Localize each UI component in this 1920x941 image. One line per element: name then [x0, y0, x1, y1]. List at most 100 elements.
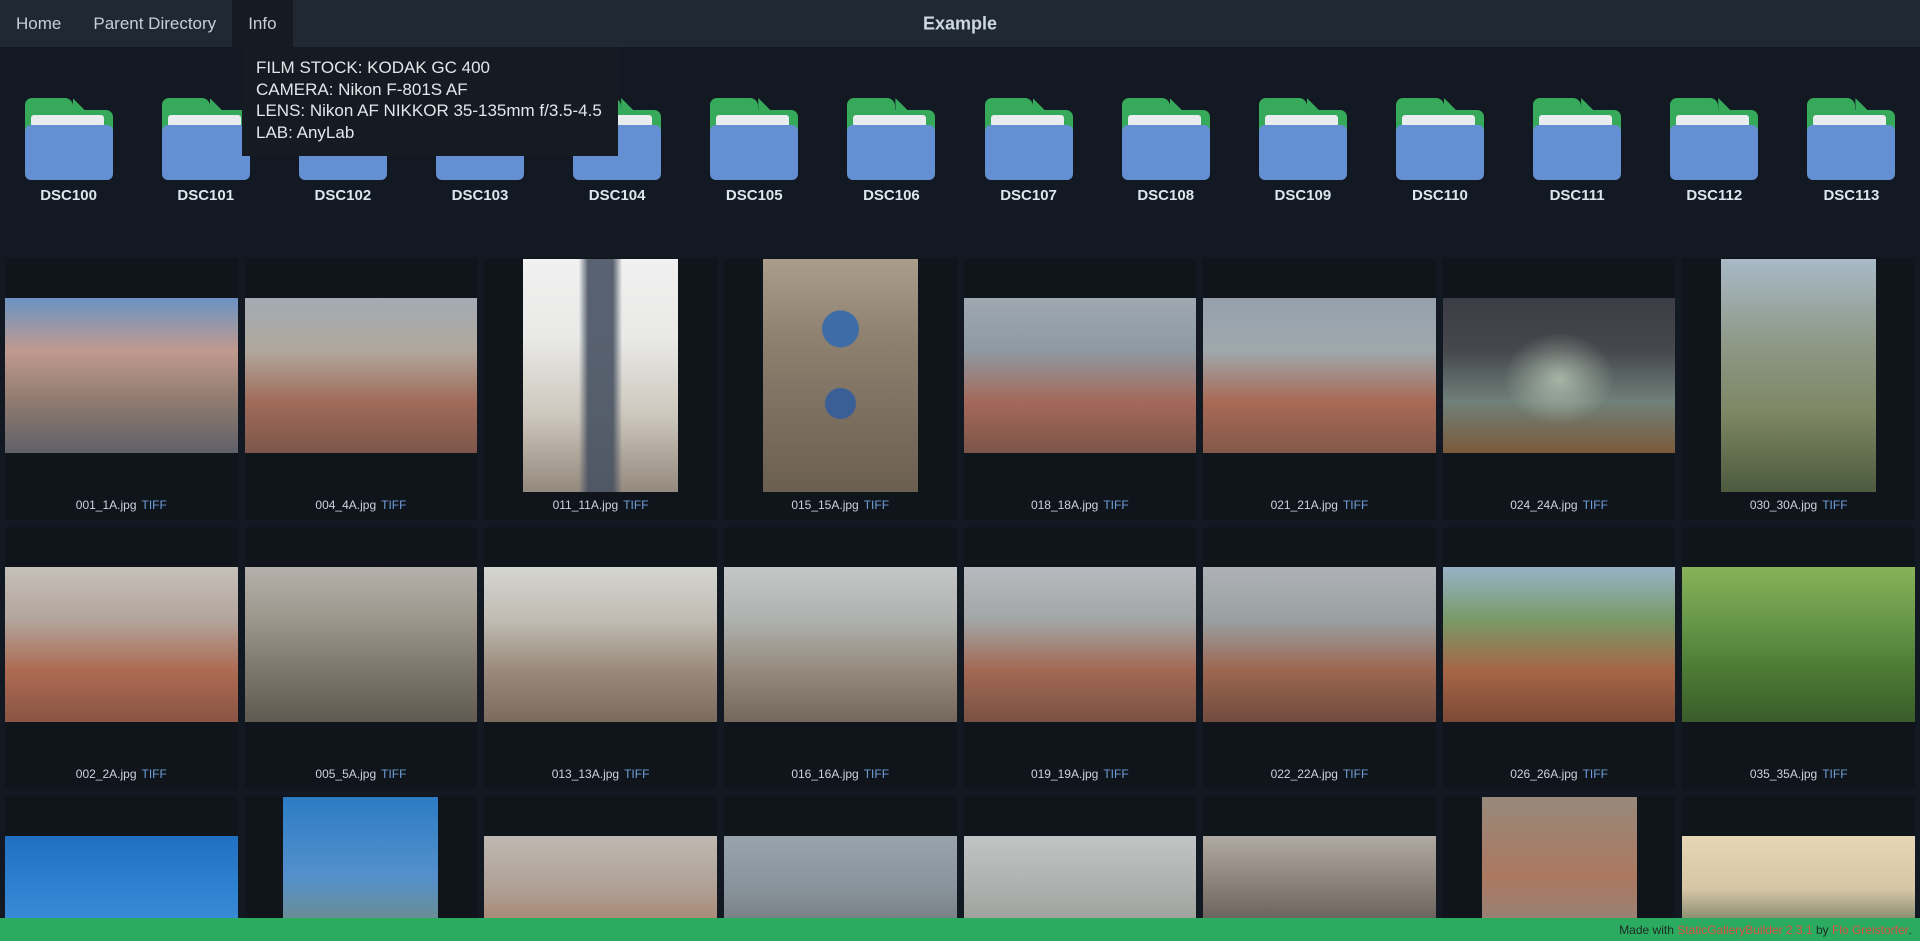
- photo-tiff-link[interactable]: TIFF: [1103, 767, 1128, 789]
- photo-caption: 015_15A.jpg TIFF: [724, 493, 957, 520]
- folder-item[interactable]: DSC107: [960, 98, 1097, 204]
- photo-tiff-link[interactable]: TIFF: [1822, 498, 1847, 520]
- photo-thumbnail[interactable]: [244, 567, 478, 722]
- photo-thumbnail[interactable]: [1442, 298, 1676, 453]
- photo-filename-link[interactable]: 022_22A.jpg: [1271, 767, 1338, 789]
- photo-thumbnail[interactable]: [1721, 259, 1877, 492]
- photo-tiff-link[interactable]: TIFF: [381, 767, 406, 789]
- photo-filename-link[interactable]: 026_26A.jpg: [1510, 767, 1577, 789]
- folder-item[interactable]: DSC109: [1234, 98, 1371, 204]
- photo-tiff-link[interactable]: TIFF: [1583, 498, 1608, 520]
- folder-item[interactable]: DSC111: [1509, 98, 1646, 204]
- folder-label: DSC108: [1137, 187, 1195, 204]
- photo-filename-link[interactable]: 005_5A.jpg: [315, 767, 376, 789]
- photo-filename-link[interactable]: 018_18A.jpg: [1031, 498, 1098, 520]
- folder-label: DSC105: [725, 187, 783, 204]
- folder-icon: [1807, 98, 1896, 180]
- folder-label: DSC106: [863, 187, 920, 204]
- photo-cell: 013_13A.jpg TIFF: [484, 527, 717, 789]
- folder-icon: [710, 98, 799, 180]
- photo-filename-link[interactable]: 001_1A.jpg: [76, 498, 137, 520]
- folder-label: DSC107: [1000, 187, 1057, 204]
- nav-item-info[interactable]: Info: [232, 0, 293, 47]
- photo-thumbnail[interactable]: [1203, 298, 1436, 453]
- folder-item[interactable]: DSC105: [686, 98, 823, 204]
- photo-filename-link[interactable]: 015_15A.jpg: [791, 498, 858, 520]
- photo-thumbnail[interactable]: [1442, 567, 1676, 722]
- photo-thumbnail[interactable]: [484, 567, 717, 722]
- folder-icon: [984, 98, 1073, 180]
- photo-filename-link[interactable]: 013_13A.jpg: [552, 767, 619, 789]
- photo-thumbnail[interactable]: [244, 298, 478, 453]
- top-nav: Home Parent Directory Info Example: [0, 0, 1920, 47]
- folder-label: DSC111: [1549, 187, 1605, 204]
- photo-tiff-link[interactable]: TIFF: [864, 767, 889, 789]
- photo-caption: 035_35A.jpg TIFF: [1682, 762, 1915, 789]
- photo-cell: 016_16A.jpg TIFF: [723, 527, 957, 789]
- folder-icon: [847, 98, 936, 180]
- author-link[interactable]: Flo Greistorfer: [1832, 923, 1909, 937]
- footer-bar: Made with StaticGalleryBuilder 2.3.1 by …: [0, 918, 1920, 941]
- footer-by-text: by: [1812, 922, 1832, 937]
- photo-tiff-link[interactable]: TIFF: [1103, 498, 1128, 520]
- photo-cell: 021_21A.jpg TIFF: [1203, 258, 1436, 520]
- photo-tiff-link[interactable]: TIFF: [624, 767, 649, 789]
- photo-thumbnail[interactable]: [963, 567, 1197, 722]
- info-tooltip: FILM STOCK: KODAK GC 400 CAMERA: Nikon F…: [242, 47, 618, 156]
- nav-item-parent-directory[interactable]: Parent Directory: [77, 0, 232, 47]
- photo-caption: 024_24A.jpg TIFF: [1443, 493, 1676, 520]
- photo-tiff-link[interactable]: TIFF: [1583, 767, 1608, 789]
- photo-thumbnail[interactable]: [1203, 567, 1436, 722]
- photo-tiff-link[interactable]: TIFF: [142, 767, 167, 789]
- photo-filename-link[interactable]: 011_11A.jpg: [553, 498, 619, 520]
- photo-tiff-link[interactable]: TIFF: [1343, 498, 1368, 520]
- photo-caption: 019_19A.jpg TIFF: [964, 762, 1197, 789]
- folder-item[interactable]: DSC110: [1371, 98, 1508, 204]
- photo-thumbnail[interactable]: [1682, 567, 1915, 722]
- photo-tiff-link[interactable]: TIFF: [381, 498, 406, 520]
- photo-filename-link[interactable]: 024_24A.jpg: [1510, 498, 1577, 520]
- folder-label: DSC104: [588, 187, 646, 204]
- photo-filename-link[interactable]: 016_16A.jpg: [791, 767, 858, 789]
- photo-cell: 035_35A.jpg TIFF: [1682, 527, 1915, 789]
- folder-label: DSC103: [451, 187, 509, 204]
- photo-caption: 030_30A.jpg TIFF: [1682, 493, 1915, 520]
- folder-icon: [24, 98, 113, 180]
- photo-caption: 002_2A.jpg TIFF: [5, 762, 238, 789]
- photo-tiff-link[interactable]: TIFF: [623, 498, 648, 520]
- photo-filename-link[interactable]: 021_21A.jpg: [1271, 498, 1338, 520]
- photo-filename-link[interactable]: 035_35A.jpg: [1750, 767, 1817, 789]
- photo-cell: 026_26A.jpg TIFF: [1442, 527, 1676, 789]
- folder-item[interactable]: DSC106: [823, 98, 960, 204]
- folder-item[interactable]: DSC112: [1646, 98, 1783, 204]
- builder-link[interactable]: StaticGalleryBuilder 2.3.1: [1677, 923, 1812, 937]
- photo-filename-link[interactable]: 019_19A.jpg: [1031, 767, 1098, 789]
- photo-filename-link[interactable]: 002_2A.jpg: [76, 767, 137, 789]
- folder-item[interactable]: DSC113: [1783, 98, 1920, 204]
- photo-filename-link[interactable]: 004_4A.jpg: [315, 498, 376, 520]
- photo-caption: 021_21A.jpg TIFF: [1203, 493, 1436, 520]
- photo-cell: 002_2A.jpg TIFF: [5, 527, 238, 789]
- page-title: Example: [922, 13, 998, 33]
- photo-tiff-link[interactable]: TIFF: [864, 498, 889, 520]
- photo-thumbnail[interactable]: [963, 298, 1197, 453]
- photo-filename-link[interactable]: 030_30A.jpg: [1750, 498, 1817, 520]
- info-line-camera: CAMERA: Nikon F-801S AF: [256, 79, 468, 99]
- folder-icon: [1395, 98, 1484, 180]
- folder-item[interactable]: DSC108: [1097, 98, 1234, 204]
- photo-thumbnail[interactable]: [5, 567, 238, 722]
- photo-thumbnail[interactable]: [723, 567, 957, 722]
- photo-thumbnail[interactable]: [5, 298, 238, 453]
- photo-tiff-link[interactable]: TIFF: [142, 498, 167, 520]
- folder-label: DSC100: [40, 187, 97, 204]
- info-line-lab: LAB: AnyLab: [256, 122, 355, 142]
- photo-caption: 011_11A.jpg TIFF: [484, 493, 717, 520]
- photo-tiff-link[interactable]: TIFF: [1822, 767, 1847, 789]
- folder-item[interactable]: DSC100: [0, 98, 137, 204]
- photo-tiff-link[interactable]: TIFF: [1343, 767, 1368, 789]
- photo-thumbnail[interactable]: [523, 259, 679, 492]
- photo-cell: 022_22A.jpg TIFF: [1203, 527, 1436, 789]
- photo-cell: 019_19A.jpg TIFF: [963, 527, 1197, 789]
- photo-thumbnail[interactable]: [762, 259, 918, 492]
- nav-item-home[interactable]: Home: [0, 0, 77, 47]
